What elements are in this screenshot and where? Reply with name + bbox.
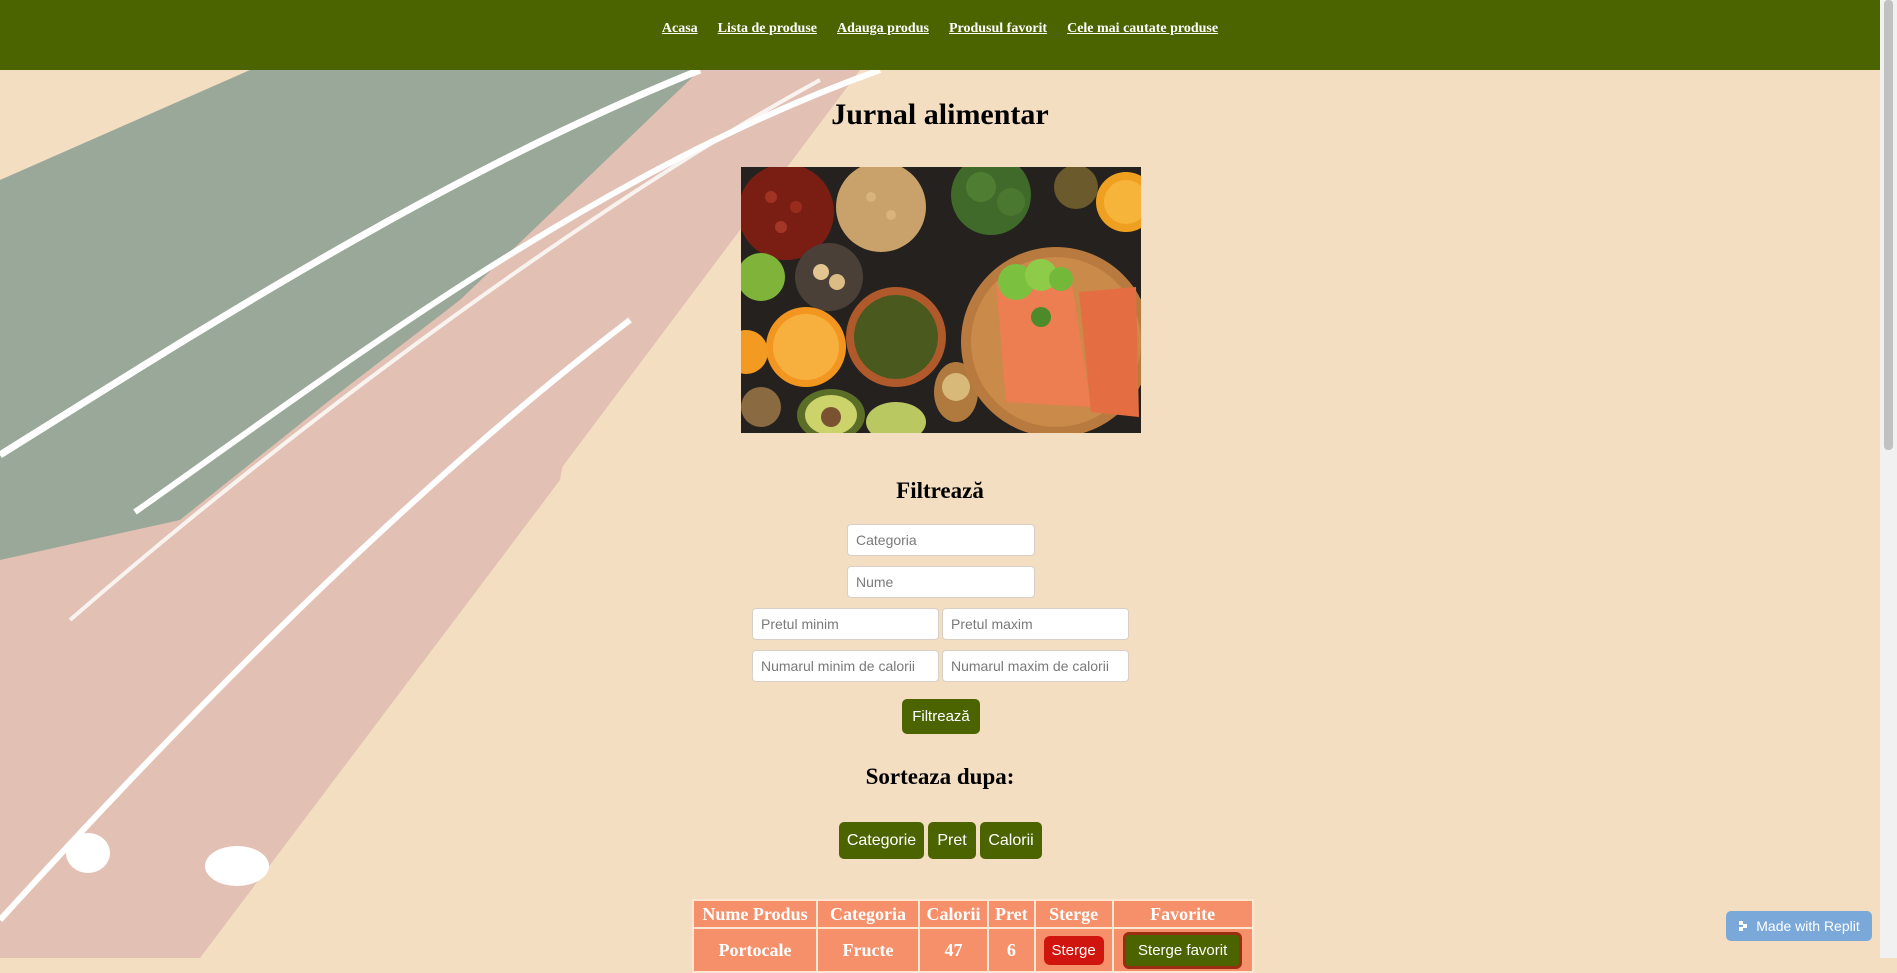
cell-favorite: Sterge favorit xyxy=(1111,927,1254,973)
max-price-input[interactable] xyxy=(942,608,1129,640)
filter-button[interactable]: Filtrează xyxy=(902,699,980,734)
nav-link-lista-de-produse[interactable]: Lista de produse xyxy=(718,21,817,37)
col-header-delete: Sterge xyxy=(1033,899,1114,929)
cell-product-name: Portocale xyxy=(692,927,818,973)
nav-link-acasa[interactable]: Acasa xyxy=(662,21,698,37)
cell-category: Fructe xyxy=(816,927,920,973)
products-table: Nume Produs Categoria Calorii Pret Sterg… xyxy=(692,899,1254,973)
nav-link-cele-mai-cautate[interactable]: Cele mai cautate produse xyxy=(1067,21,1218,37)
min-calories-input[interactable] xyxy=(752,650,939,682)
delete-button[interactable]: Sterge xyxy=(1043,935,1104,965)
sort-category-button[interactable]: Categorie xyxy=(839,822,924,859)
cell-delete: Sterge xyxy=(1033,927,1114,973)
table-row: Portocale Fructe 47 6 Sterge Sterge favo… xyxy=(692,927,1254,973)
sort-calories-button[interactable]: Calorii xyxy=(980,822,1042,859)
name-input[interactable] xyxy=(847,566,1035,598)
cell-calories: 47 xyxy=(918,927,989,973)
remove-favorite-button[interactable]: Sterge favorit xyxy=(1123,931,1243,969)
sort-price-button[interactable]: Pret xyxy=(928,822,976,859)
replit-icon xyxy=(1739,921,1748,931)
made-with-replit-badge[interactable]: Made with Replit xyxy=(1726,911,1872,941)
scrollbar-thumb[interactable] xyxy=(1884,0,1893,450)
table-header-row: Nume Produs Categoria Calorii Pret Sterg… xyxy=(692,899,1254,929)
col-header-name: Nume Produs xyxy=(692,899,818,929)
col-header-price: Pret xyxy=(987,899,1036,929)
filter-heading: Filtrează xyxy=(896,478,984,503)
badge-label: Made with Replit xyxy=(1756,918,1860,934)
sort-heading: Sorteaza dupa: xyxy=(865,764,1015,789)
category-input[interactable] xyxy=(847,524,1035,556)
max-calories-input[interactable] xyxy=(942,650,1129,682)
food-hero-image xyxy=(741,167,1141,433)
nav-link-produsul-favorit[interactable]: Produsul favorit xyxy=(949,21,1047,37)
col-header-favorite: Favorite xyxy=(1111,899,1254,929)
col-header-category: Categoria xyxy=(816,899,920,929)
top-nav: Acasa Lista de produse Adauga produs Pro… xyxy=(0,0,1897,70)
cell-price: 6 xyxy=(987,927,1036,973)
col-header-calories: Calorii xyxy=(918,899,989,929)
min-price-input[interactable] xyxy=(752,608,939,640)
nav-link-adauga-produs[interactable]: Adauga produs xyxy=(837,21,929,37)
page-title: Jurnal alimentar xyxy=(831,98,1049,131)
